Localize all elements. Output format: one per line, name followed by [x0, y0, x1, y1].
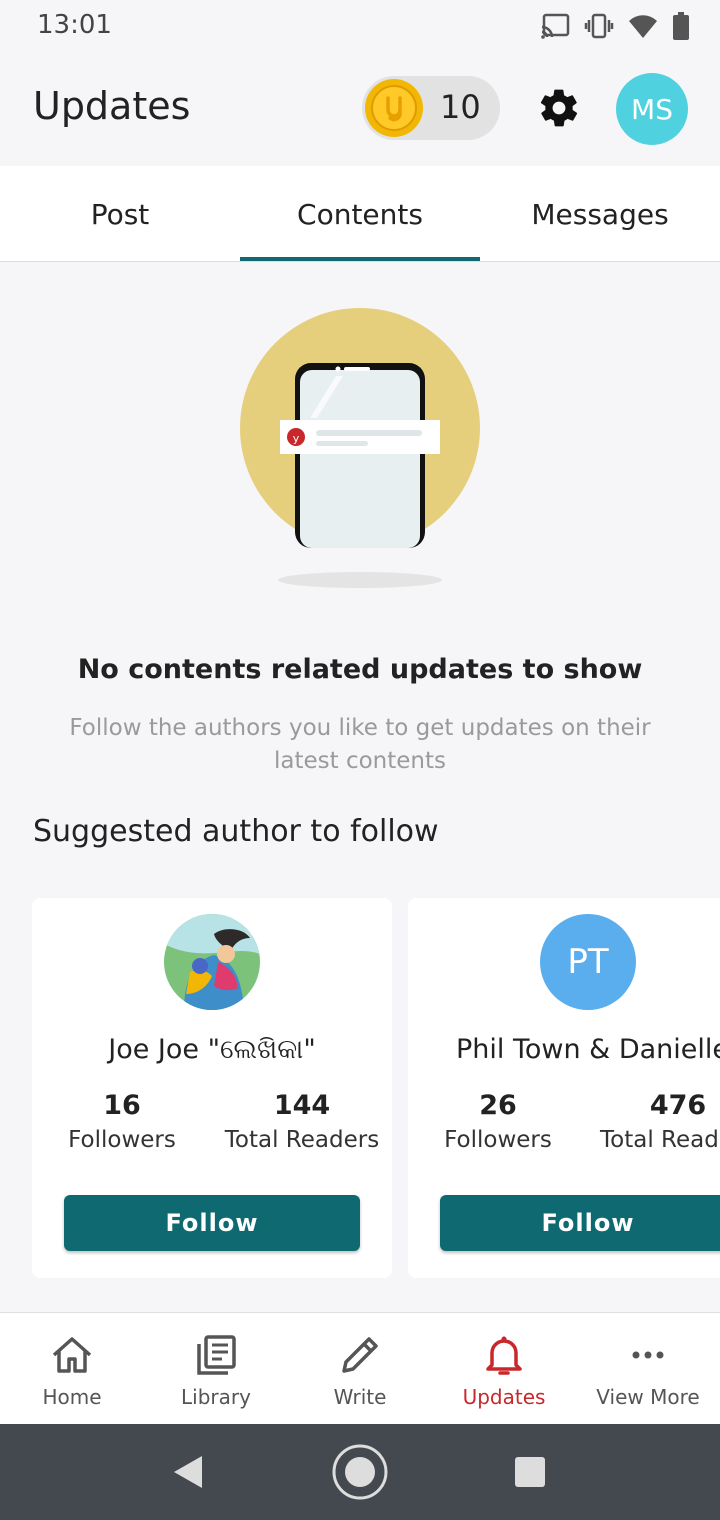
app-header: Updates 10 MS	[0, 56, 720, 166]
nav-view-more-label: View More	[596, 1385, 700, 1409]
nav-write-label: Write	[333, 1385, 387, 1409]
followers-stat: 26 Followers	[438, 1090, 558, 1153]
readers-stat: 144 Total Readers	[218, 1090, 386, 1153]
page-title: Updates	[33, 84, 191, 128]
tab-bar: Post Contents Messages	[0, 166, 720, 262]
system-nav-bar	[0, 1424, 720, 1520]
readers-label: Total Read	[600, 1127, 719, 1153]
nav-updates-label: Updates	[462, 1385, 546, 1409]
author-name[interactable]: Phil Town & Danielle	[456, 1034, 720, 1065]
followers-label: Followers	[68, 1127, 176, 1153]
status-icons	[540, 12, 690, 40]
readers-label: Total Readers	[224, 1127, 380, 1153]
empty-phone-illustration: y	[240, 308, 480, 598]
empty-state-title: No contents related updates to show	[77, 654, 643, 685]
cast-icon	[541, 13, 570, 39]
vibrate-icon	[584, 13, 614, 39]
nav-library-label: Library	[181, 1385, 251, 1409]
followers-count: 16	[103, 1090, 141, 1121]
tab-contents[interactable]: Contents	[240, 166, 480, 262]
battery-icon	[673, 12, 689, 40]
author-card[interactable]: Joe Joe "ଲେଖିକା" 16 Followers 144 Total …	[32, 898, 392, 1278]
bottom-nav: Home Library Write Updates View More	[0, 1312, 720, 1424]
coin-icon	[365, 79, 423, 137]
library-icon	[197, 1335, 236, 1375]
empty-state-subtitle: Follow the authors you like to get updat…	[69, 715, 651, 774]
active-tab-indicator	[240, 257, 480, 261]
author-card[interactable]: PT Phil Town & Danielle 26 Followers 476…	[408, 898, 720, 1278]
author-avatar[interactable]: PT	[540, 914, 636, 1010]
settings-gear-icon[interactable]	[537, 86, 581, 130]
author-avatar[interactable]	[164, 914, 260, 1010]
nav-view-more[interactable]: View More	[576, 1313, 720, 1425]
pencil-icon	[342, 1337, 378, 1373]
nav-write[interactable]: Write	[288, 1313, 432, 1425]
author-name[interactable]: Joe Joe "ଲେଖିକା"	[32, 1034, 392, 1066]
readers-count: 144	[273, 1090, 331, 1121]
nav-updates[interactable]: Updates	[432, 1313, 576, 1425]
tab-messages[interactable]: Messages	[480, 166, 720, 262]
home-circle-icon[interactable]	[330, 1442, 390, 1502]
coin-balance[interactable]: 10	[362, 76, 500, 140]
followers-stat: 16 Followers	[62, 1090, 182, 1153]
home-icon	[52, 1337, 92, 1373]
tab-post[interactable]: Post	[0, 166, 240, 262]
author-avatar-image	[164, 914, 260, 1010]
readers-stat: 476 Total Read	[594, 1090, 720, 1153]
recents-square-icon[interactable]	[514, 1456, 546, 1488]
more-icon	[632, 1351, 664, 1359]
suggested-authors-heading: Suggested author to follow	[33, 814, 439, 849]
nav-home-label: Home	[42, 1385, 102, 1409]
back-icon[interactable]	[172, 1454, 204, 1490]
follow-button[interactable]: Follow	[64, 1195, 360, 1251]
nav-home[interactable]: Home	[0, 1313, 144, 1425]
status-bar: 13:01	[0, 0, 720, 56]
followers-label: Followers	[444, 1127, 552, 1153]
status-time: 13:01	[37, 10, 112, 40]
follow-button[interactable]: Follow	[440, 1195, 720, 1251]
profile-avatar[interactable]: MS	[616, 73, 688, 145]
bell-icon	[486, 1336, 522, 1375]
readers-count: 476	[649, 1090, 707, 1121]
followers-count: 26	[479, 1090, 517, 1121]
nav-library[interactable]: Library	[144, 1313, 288, 1425]
wifi-icon	[629, 15, 657, 38]
svg-text:y: y	[293, 432, 300, 445]
coin-count: 10	[440, 88, 481, 126]
